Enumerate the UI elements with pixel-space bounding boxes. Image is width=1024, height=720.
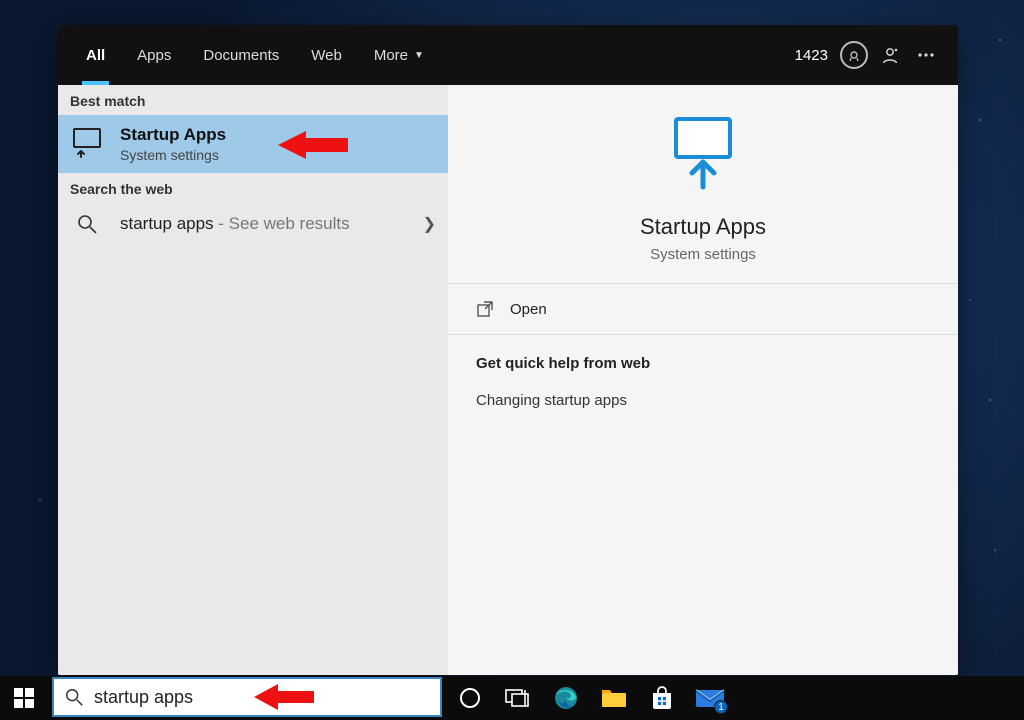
open-icon xyxy=(476,300,494,318)
shopping-bag-icon xyxy=(649,685,675,711)
annotation-arrow-1 xyxy=(278,127,348,163)
details-subtitle: System settings xyxy=(468,246,938,263)
account-button[interactable] xyxy=(872,37,908,73)
action-open-label: Open xyxy=(510,301,547,318)
result-title: Startup Apps xyxy=(120,125,226,145)
taskbar-cortana[interactable] xyxy=(446,676,494,720)
search-icon xyxy=(64,687,84,707)
section-best-match-label: Best match xyxy=(58,85,448,115)
tab-documents[interactable]: Documents xyxy=(189,25,293,85)
tab-web[interactable]: Web xyxy=(297,25,356,85)
action-open[interactable]: Open xyxy=(448,284,958,335)
result-see-web[interactable]: startup apps - See web results ❯ xyxy=(58,203,448,245)
taskbar-file-explorer[interactable] xyxy=(590,676,638,720)
help-link-changing-startup-apps[interactable]: Changing startup apps xyxy=(476,386,930,415)
options-button[interactable] xyxy=(908,37,944,73)
taskbar-edge[interactable] xyxy=(542,676,590,720)
result-startup-apps[interactable]: Startup Apps System settings xyxy=(58,115,448,173)
task-view-icon xyxy=(505,687,531,709)
taskbar-search-input[interactable] xyxy=(94,687,430,708)
details-hero: Startup Apps System settings xyxy=(448,85,958,284)
quick-help-header: Get quick help from web xyxy=(476,355,930,372)
search-results-column: Best match Startup Apps System settings xyxy=(58,85,448,675)
quick-help-block: Get quick help from web Changing startup… xyxy=(448,335,958,435)
mail-unread-badge: 1 xyxy=(714,700,728,714)
web-result-query: startup apps xyxy=(120,214,214,233)
search-scope-bar: All Apps Documents Web More ▼ 1423 xyxy=(58,25,958,85)
taskbar: 1 xyxy=(0,676,1024,720)
search-scope-tabs: All Apps Documents Web More ▼ xyxy=(72,25,438,85)
web-result-suffix: - See web results xyxy=(214,214,350,233)
search-icon xyxy=(70,213,104,235)
windows-logo-icon xyxy=(14,688,34,708)
details-title: Startup Apps xyxy=(468,214,938,240)
tab-more[interactable]: More ▼ xyxy=(360,25,438,85)
rewards-button[interactable] xyxy=(836,37,872,73)
taskbar-mail[interactable]: 1 xyxy=(686,676,734,720)
circle-icon xyxy=(458,686,482,710)
taskbar-task-view[interactable] xyxy=(494,676,542,720)
windows-search-panel: All Apps Documents Web More ▼ 1423 xyxy=(58,25,958,675)
startup-apps-icon xyxy=(70,127,104,161)
person-icon xyxy=(880,45,900,65)
tab-apps[interactable]: Apps xyxy=(123,25,185,85)
medal-icon xyxy=(840,41,868,69)
chevron-right-icon: ❯ xyxy=(423,214,436,234)
result-details-column: Startup Apps System settings Open Get qu… xyxy=(448,85,958,675)
result-subtitle: System settings xyxy=(120,147,226,163)
folder-icon xyxy=(600,686,628,710)
ellipsis-icon xyxy=(916,45,936,65)
section-search-web-label: Search the web xyxy=(58,173,448,203)
start-button[interactable] xyxy=(0,676,48,720)
taskbar-store[interactable] xyxy=(638,676,686,720)
chevron-down-icon: ▼ xyxy=(414,50,424,61)
edge-icon xyxy=(553,685,579,711)
tab-more-label: More xyxy=(374,47,408,64)
taskbar-search-box[interactable] xyxy=(52,677,442,717)
rewards-points-label: 1423 xyxy=(795,47,828,64)
startup-apps-large-icon xyxy=(668,115,738,195)
tab-all[interactable]: All xyxy=(72,25,119,85)
